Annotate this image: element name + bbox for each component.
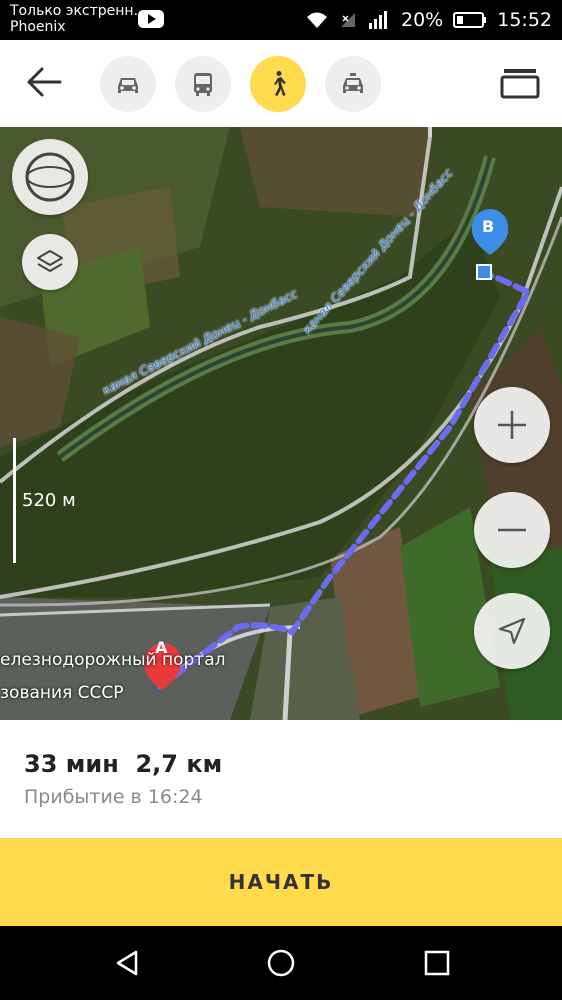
mode-walk-button[interactable] — [250, 56, 306, 112]
youtube-icon — [138, 10, 164, 28]
street-label-1: елезнодорожный портал — [0, 650, 226, 670]
battery-percent: 20% — [401, 9, 444, 31]
clock: 15:52 — [497, 9, 552, 31]
signal-icon — [369, 11, 387, 29]
route-info-panel[interactable]: 33 мин 2,7 км Прибытие в 16:24 — [0, 720, 562, 838]
nav-home-icon[interactable] — [266, 948, 296, 978]
wifi-icon — [307, 12, 327, 28]
nav-back-icon[interactable] — [112, 948, 142, 978]
bus-icon — [194, 73, 212, 96]
panorama-button[interactable] — [12, 139, 88, 215]
notification-text: Только экстренн... Phoenix — [10, 3, 147, 35]
notification-line-1: Только экстренн... — [10, 3, 147, 19]
route-list-icon[interactable] — [500, 66, 540, 100]
layers-button[interactable] — [22, 234, 78, 290]
plus-icon — [498, 411, 526, 439]
walking-icon — [274, 71, 286, 96]
zoom-out-button[interactable] — [474, 492, 550, 568]
mode-taxi-button[interactable] — [325, 56, 381, 112]
status-bar: Только экстренн... Phoenix 20% 15:52 — [0, 0, 562, 40]
taxi-icon — [343, 73, 363, 93]
layers-icon — [37, 250, 63, 272]
street-label-2: зования СССР — [0, 683, 124, 703]
car-icon — [118, 78, 138, 93]
scale-label: 520 м — [22, 490, 76, 511]
minus-icon — [498, 528, 526, 532]
zoom-in-button[interactable] — [474, 387, 550, 463]
arrival-time: Прибытие в 16:24 — [24, 786, 203, 808]
system-nav-bar — [0, 926, 562, 1000]
scale-bar — [13, 438, 16, 563]
globe-icon — [25, 152, 75, 202]
route-mode-bar — [0, 40, 562, 127]
map-view[interactable]: канал Северский Донец - Донбасс канал Се… — [0, 127, 562, 720]
point-b-label: B — [482, 217, 495, 236]
start-button[interactable]: НАЧАТЬ — [0, 838, 562, 926]
navigation-arrow-icon — [498, 617, 526, 645]
notification-line-2: Phoenix — [10, 19, 66, 35]
route-summary: 33 мин 2,7 км — [24, 750, 223, 778]
no-signal-icon — [341, 13, 355, 27]
nav-recents-icon[interactable] — [422, 948, 452, 978]
mode-car-button[interactable] — [100, 56, 156, 112]
battery-icon — [453, 12, 487, 28]
my-location-button[interactable] — [474, 593, 550, 669]
mode-bus-button[interactable] — [175, 56, 231, 112]
back-arrow-icon[interactable] — [24, 64, 64, 100]
